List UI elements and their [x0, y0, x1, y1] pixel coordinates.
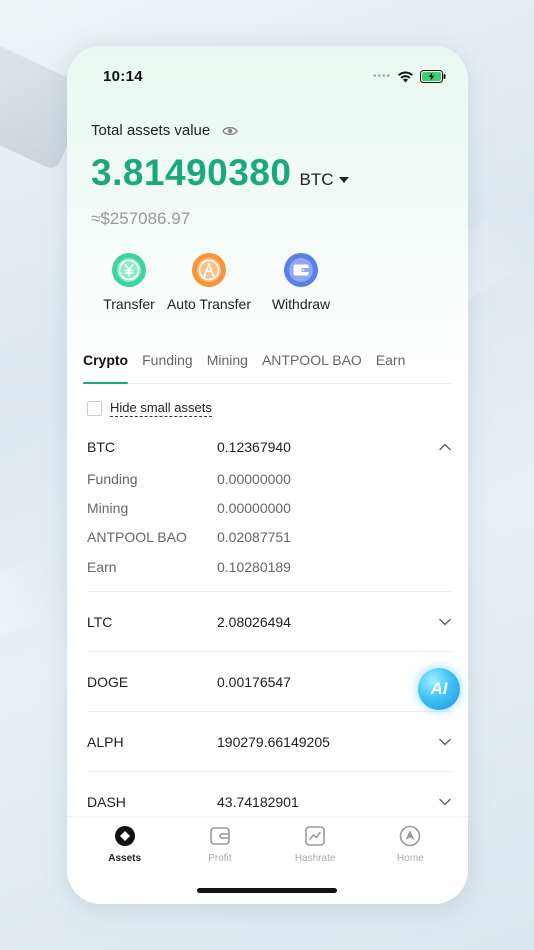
- ai-assistant-button[interactable]: AI: [418, 668, 460, 710]
- total-assets-label: Total assets value: [91, 122, 211, 139]
- coin-value: 0.12367940: [217, 439, 291, 455]
- chevron-down-icon[interactable]: [438, 735, 452, 749]
- nav-label: Profit: [208, 853, 232, 864]
- nav-items: Assets Profit Hashrate Home: [67, 817, 468, 864]
- phone-frame: 10:14 •••• Total assets value 3.81490380: [67, 46, 468, 904]
- nav-label: Assets: [108, 853, 142, 864]
- total-assets-header: Total assets value: [91, 122, 239, 139]
- coin-row-ltc[interactable]: LTC 2.08026494: [87, 592, 452, 653]
- currency-label: BTC: [299, 170, 334, 189]
- detail-name: ANTPOOL BAO: [87, 529, 187, 546]
- coin-name: DOGE: [87, 673, 129, 690]
- auto-transfer-button[interactable]: Auto Transfer: [163, 252, 255, 312]
- coin-value: 0.00176547: [217, 673, 291, 690]
- tab-crypto[interactable]: Crypto: [83, 352, 129, 384]
- tab-antpool-bao[interactable]: ANTPOOL BAO: [262, 352, 362, 383]
- detail-value: 0.00000000: [217, 499, 291, 516]
- signal-icon: ••••: [372, 70, 391, 82]
- wifi-icon: [398, 70, 413, 82]
- detail-name: Funding: [87, 470, 138, 487]
- detail-value: 0.00000000: [217, 470, 291, 487]
- coin-value: 43.74182901: [217, 794, 299, 811]
- transfer-coin-icon: [112, 253, 146, 287]
- home-indicator: [197, 888, 337, 893]
- coin-name: LTC: [87, 613, 113, 630]
- total-balance: 3.81490380: [91, 152, 292, 193]
- status-icons: ••••: [372, 69, 446, 83]
- coin-row-doge[interactable]: DOGE 0.00176547: [87, 652, 452, 713]
- transfer-label: Transfer: [103, 296, 155, 312]
- hide-small-assets-checkbox[interactable]: [87, 401, 102, 416]
- coin-value: 2.08026494: [217, 613, 291, 630]
- detail-row: ANTPOOL BAO 0.02087751: [87, 523, 452, 552]
- coin-row-alph[interactable]: ALPH 190279.66149205: [87, 712, 452, 773]
- detail-value: 0.10280189: [217, 558, 291, 575]
- balance-row: 3.81490380 BTC: [91, 152, 350, 194]
- tab-earn[interactable]: Earn: [376, 352, 406, 383]
- coin-list: BTC 0.12367940 Funding 0.00000000 Mining…: [87, 430, 452, 832]
- coin-name: DASH: [87, 794, 126, 811]
- coin-name: ALPH: [87, 733, 124, 750]
- coin-value: 190279.66149205: [217, 733, 330, 750]
- caret-down-icon: [339, 177, 350, 183]
- wallet-outline-icon: [210, 827, 230, 845]
- hide-small-assets-toggle[interactable]: Hide small assets: [87, 400, 212, 417]
- action-buttons: Transfer Auto Transfer Withdraw: [95, 252, 347, 312]
- ai-badge-label: AI: [430, 679, 448, 698]
- detail-row: Earn 0.10280189: [87, 552, 452, 581]
- bottom-navigation: Assets Profit Hashrate Home: [67, 816, 468, 904]
- detail-name: Mining: [87, 499, 129, 516]
- chevron-down-icon[interactable]: [438, 615, 452, 629]
- currency-selector[interactable]: BTC: [299, 170, 350, 190]
- nav-profit[interactable]: Profit: [180, 825, 260, 864]
- auto-transfer-label: Auto Transfer: [166, 296, 252, 312]
- nav-home[interactable]: Home: [370, 825, 450, 864]
- withdraw-label: Withdraw: [271, 296, 331, 312]
- hide-small-assets-label: Hide small assets: [110, 400, 212, 417]
- detail-row: Funding 0.00000000: [87, 464, 452, 493]
- nav-label: Hashrate: [294, 853, 336, 864]
- wallet-icon: [284, 253, 318, 287]
- battery-charging-icon: [420, 69, 446, 83]
- auto-transfer-coin-icon: [192, 253, 226, 287]
- withdraw-button[interactable]: Withdraw: [255, 252, 347, 312]
- transfer-button[interactable]: Transfer: [95, 252, 163, 312]
- coin-name: BTC: [87, 439, 115, 455]
- chevron-up-icon[interactable]: [438, 440, 452, 454]
- coin-item-btc: BTC 0.12367940 Funding 0.00000000 Mining…: [87, 430, 452, 593]
- chart-icon: [305, 826, 325, 846]
- home-logo-icon: [400, 825, 421, 847]
- nav-assets[interactable]: Assets: [85, 825, 165, 864]
- coin-row-btc[interactable]: BTC 0.12367940: [87, 430, 452, 464]
- detail-name: Earn: [87, 558, 117, 575]
- status-bar: 10:14 ••••: [103, 66, 446, 86]
- assets-icon: [114, 826, 135, 846]
- detail-row: Mining 0.00000000: [87, 493, 452, 522]
- chevron-down-icon[interactable]: [438, 795, 452, 809]
- tab-mining[interactable]: Mining: [207, 352, 248, 383]
- usd-equivalent: ≈$257086.97: [91, 209, 191, 228]
- nav-label: Home: [397, 853, 424, 864]
- detail-value: 0.02087751: [217, 529, 291, 546]
- nav-hashrate[interactable]: Hashrate: [275, 825, 355, 864]
- status-time: 10:14: [103, 67, 143, 85]
- eye-icon[interactable]: [222, 125, 239, 137]
- tab-funding[interactable]: Funding: [142, 352, 193, 383]
- asset-tabs: Crypto Funding Mining ANTPOOL BAO Earn: [83, 352, 452, 384]
